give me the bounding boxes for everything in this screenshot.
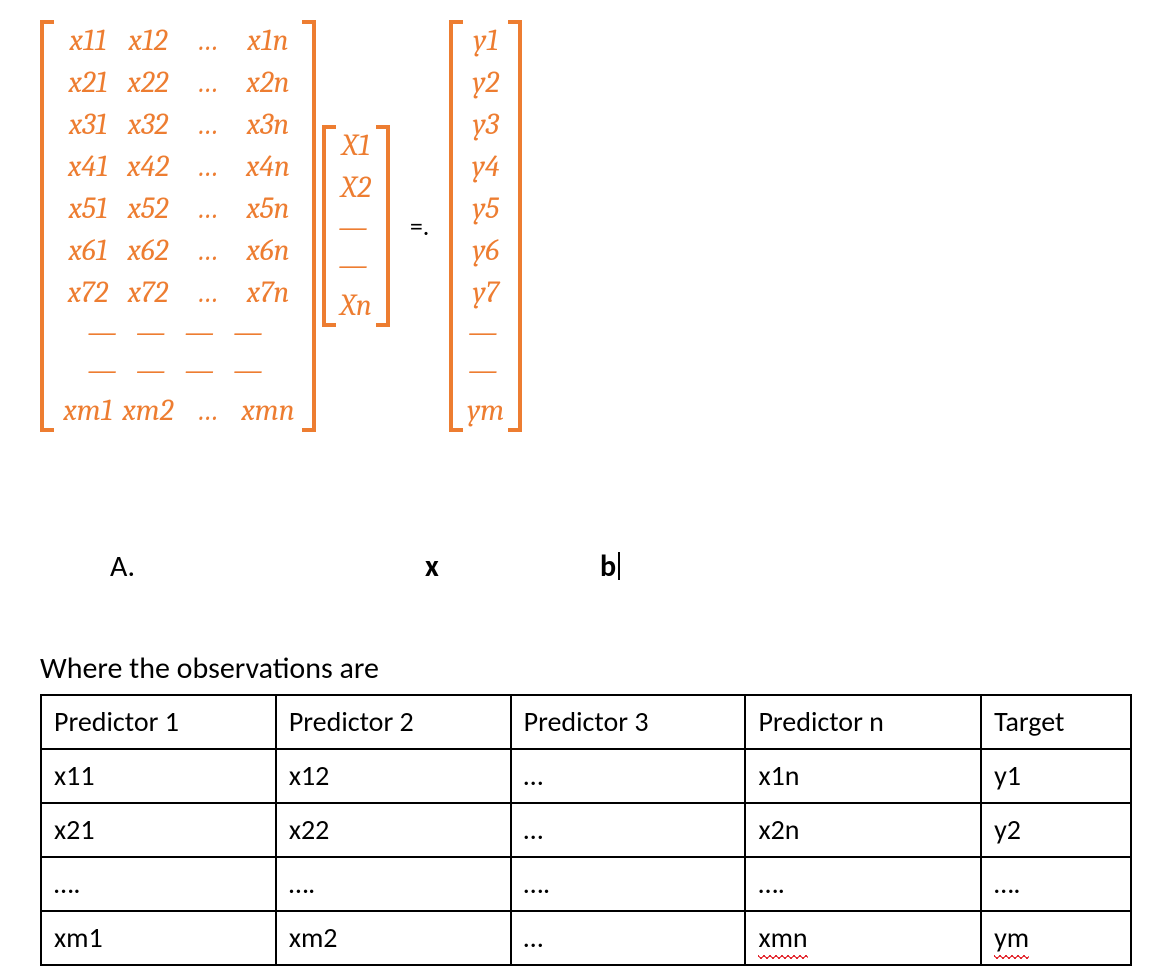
matrix-ellipsis: — — — — bbox=[54, 314, 302, 352]
table-cell: … bbox=[511, 911, 746, 965]
matrix-cell: x31 bbox=[58, 110, 118, 140]
vector-ellipsis: — bbox=[463, 314, 508, 352]
matrix-cell: … bbox=[178, 26, 238, 56]
matrix-cell: x42 bbox=[118, 152, 178, 182]
vector-cell: X1 bbox=[342, 128, 370, 163]
vector-cell: ym bbox=[467, 393, 504, 428]
table-cell: x1n bbox=[745, 749, 981, 803]
table-cell: x12 bbox=[276, 749, 511, 803]
table-cell: …. bbox=[276, 857, 511, 911]
table-cell: y2 bbox=[981, 803, 1131, 857]
matrix-cell: x32 bbox=[118, 110, 178, 140]
matrix-cell: … bbox=[178, 236, 238, 266]
matrix-cell: x2n bbox=[238, 68, 298, 98]
table-cell: …. bbox=[41, 857, 276, 911]
table-cell: x11 bbox=[41, 749, 276, 803]
matrix-cell: x72 bbox=[118, 278, 178, 308]
spellcheck-underline: xmn bbox=[758, 920, 807, 959]
table-header-cell: Predictor 1 bbox=[41, 695, 276, 749]
matrix-cell: x72 bbox=[58, 278, 118, 308]
matrix-ellipsis: — — — — bbox=[54, 352, 302, 390]
vector-cell: y3 bbox=[473, 107, 499, 142]
table-cell: … bbox=[511, 803, 746, 857]
matrix-cell: x11 bbox=[58, 26, 118, 56]
matrix-cell: x1n bbox=[238, 26, 298, 56]
vector-b: y1 y2 y3 y4 y5 y6 y7 — — ym bbox=[449, 20, 522, 432]
matrix-cell: x41 bbox=[58, 152, 118, 182]
table-cell: xm1 bbox=[41, 911, 276, 965]
matrix-cell: … bbox=[178, 278, 238, 308]
table-cell: …. bbox=[511, 857, 746, 911]
matrix-cell: x51 bbox=[58, 194, 118, 224]
matrix-cell: x62 bbox=[118, 236, 178, 266]
bracket-right-icon bbox=[302, 20, 316, 432]
spellcheck-underline: ym bbox=[994, 920, 1029, 959]
table-cell: … bbox=[511, 749, 746, 803]
bracket-left-icon bbox=[449, 20, 463, 432]
bracket-left-icon bbox=[40, 20, 54, 432]
matrix-cell: … bbox=[178, 152, 238, 182]
matrix-cell: x5n bbox=[238, 194, 298, 224]
bracket-right-icon bbox=[508, 20, 522, 432]
vector-cell: y2 bbox=[472, 65, 499, 100]
equation-row: x11x12…x1n x21x22…x2n x31x32…x3n x41x42…… bbox=[40, 20, 1172, 432]
table-cell: …. bbox=[745, 857, 981, 911]
label-b: b bbox=[600, 548, 620, 585]
matrix-cell: … bbox=[178, 68, 238, 98]
matrix-cell: x21 bbox=[58, 68, 118, 98]
matrix-cell: … bbox=[178, 194, 238, 224]
equation-area: x11x12…x1n x21x22…x2n x31x32…x3n x41x42…… bbox=[0, 0, 1172, 520]
bracket-left-icon bbox=[322, 125, 336, 327]
vector-ellipsis: — bbox=[336, 209, 376, 247]
matrix-cell: x12 bbox=[118, 26, 178, 56]
observations-table: Predictor 1 Predictor 2 Predictor 3 Pred… bbox=[40, 694, 1132, 966]
table-header-cell: Target bbox=[981, 695, 1131, 749]
table-cell: y1 bbox=[981, 749, 1131, 803]
matrix-cell: x4n bbox=[238, 152, 298, 182]
table-row: Predictor 1 Predictor 2 Predictor 3 Pred… bbox=[41, 695, 1131, 749]
matrix-cell: x6n bbox=[238, 236, 298, 266]
table-cell: …. bbox=[981, 857, 1131, 911]
vector-cell: X2 bbox=[341, 170, 371, 205]
table-cell: xm2 bbox=[276, 911, 511, 965]
matrix-cell: x61 bbox=[58, 236, 118, 266]
body-text: Where the observations are bbox=[40, 650, 379, 687]
table-header-cell: Predictor 2 bbox=[276, 695, 511, 749]
vector-cell: y5 bbox=[473, 191, 500, 226]
table-header-cell: Predictor 3 bbox=[511, 695, 746, 749]
matrix-cell: x3n bbox=[238, 110, 298, 140]
vector-cell: y6 bbox=[472, 233, 499, 268]
matrix-cell: x22 bbox=[118, 68, 178, 98]
matrix-cell: xmn bbox=[238, 396, 298, 426]
label-a: A. bbox=[110, 548, 135, 585]
vector-cell: y4 bbox=[472, 149, 500, 184]
matrix-cell: xm1 bbox=[58, 396, 118, 426]
vector-ellipsis: — bbox=[463, 352, 508, 390]
matrix-a: x11x12…x1n x21x22…x2n x31x32…x3n x41x42…… bbox=[40, 20, 316, 432]
matrix-cell: xm2 bbox=[118, 396, 178, 426]
vector-x: X1 X2 — — Xn bbox=[322, 125, 390, 327]
table-row: x11 x12 … x1n y1 bbox=[41, 749, 1131, 803]
table-row: x21 x22 … x2n y2 bbox=[41, 803, 1131, 857]
table-cell: xmn bbox=[745, 911, 981, 965]
matrix-cell: … bbox=[178, 396, 238, 426]
matrix-cell: x52 bbox=[118, 194, 178, 224]
table-header-cell: Predictor n bbox=[745, 695, 981, 749]
label-x: x bbox=[425, 548, 439, 585]
vector-cell: y7 bbox=[473, 275, 499, 310]
equals-sign: =. bbox=[396, 210, 444, 242]
table-row: …. …. …. …. …. bbox=[41, 857, 1131, 911]
table-cell: ym bbox=[981, 911, 1131, 965]
table-cell: x2n bbox=[745, 803, 981, 857]
bracket-right-icon bbox=[376, 125, 390, 327]
vector-cell: y1 bbox=[473, 23, 498, 58]
vector-ellipsis: — bbox=[336, 247, 376, 285]
vector-cell: Xn bbox=[340, 288, 372, 323]
matrix-cell: … bbox=[178, 110, 238, 140]
table-row: xm1 xm2 … xmn ym bbox=[41, 911, 1131, 965]
table-cell: x22 bbox=[276, 803, 511, 857]
matrix-cell: x7n bbox=[238, 278, 298, 308]
table-cell: x21 bbox=[41, 803, 276, 857]
